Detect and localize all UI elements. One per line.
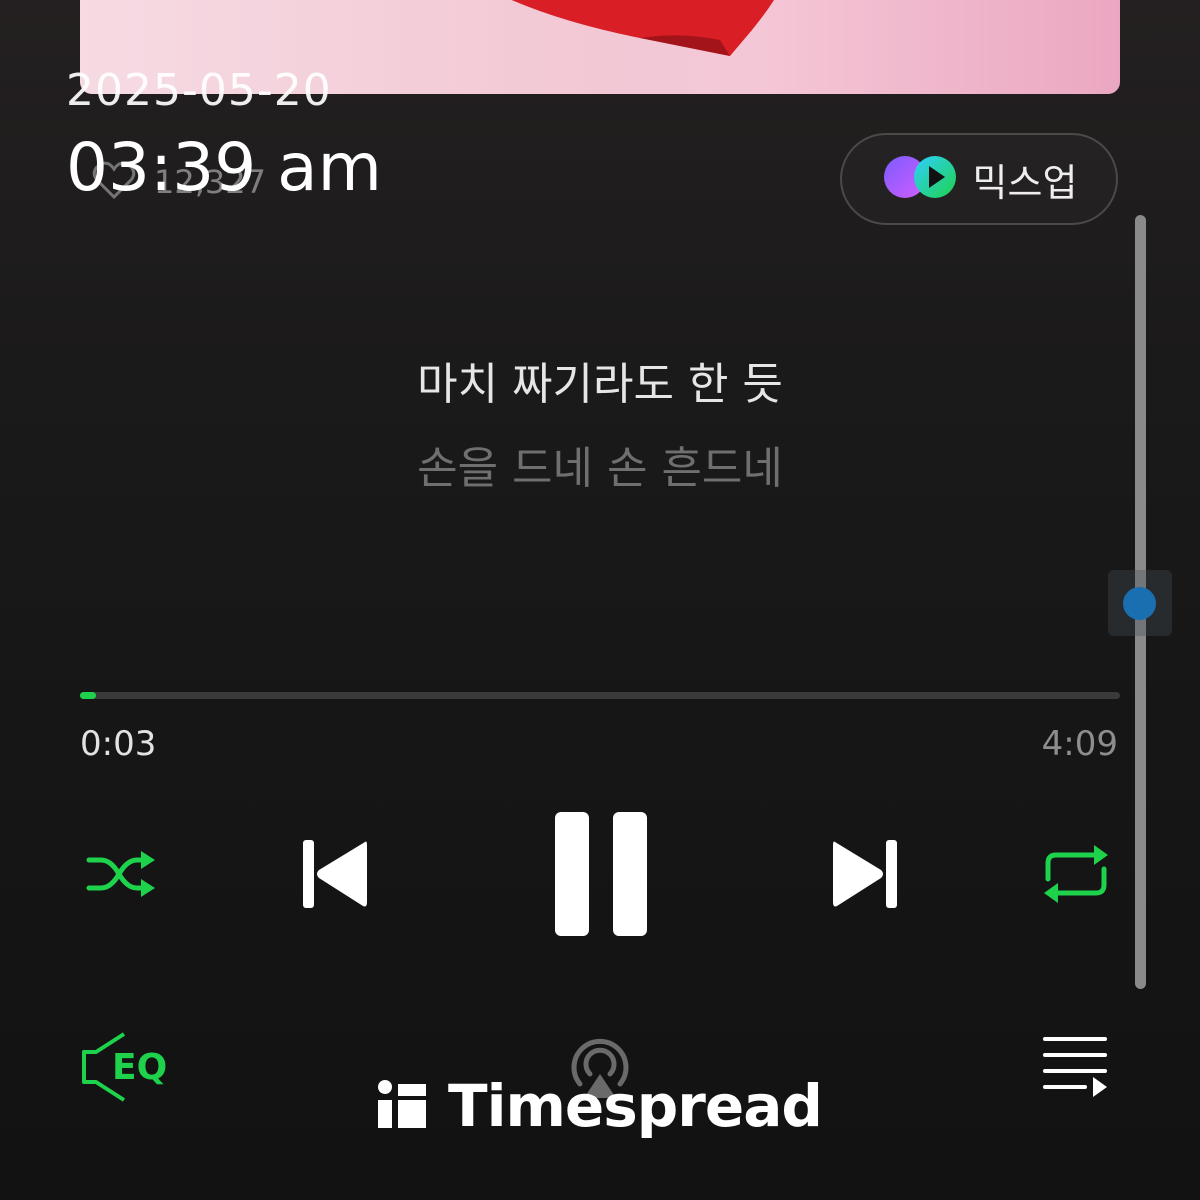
mixup-icon — [881, 153, 959, 205]
shuffle-button[interactable] — [80, 840, 160, 912]
progress-fill — [80, 692, 96, 699]
scrollbar-handle[interactable] — [1123, 587, 1156, 620]
pause-icon — [551, 808, 651, 944]
eq-icon: EQ — [78, 1030, 172, 1106]
watermark: Timespread — [376, 1072, 823, 1140]
repeat-icon — [1040, 841, 1112, 911]
next-button[interactable] — [828, 834, 904, 918]
elapsed-time: 0:03 — [80, 724, 157, 764]
skip-next-icon — [831, 834, 901, 918]
eq-label: EQ — [112, 1047, 168, 1088]
lyric-current-line[interactable]: 마치 짜기라도 한 듯 — [0, 348, 1200, 412]
queue-icon — [1041, 1033, 1111, 1103]
lyric-next-line[interactable]: 손을 드네 손 흔드네 — [0, 432, 1200, 496]
eq-button[interactable]: EQ — [78, 1030, 172, 1106]
overlay-date: 2025-05-20 — [66, 65, 332, 116]
queue-button[interactable] — [1040, 1034, 1112, 1102]
previous-button[interactable] — [296, 834, 372, 918]
pause-button[interactable] — [548, 808, 654, 944]
mixup-button[interactable]: 믹스업 — [840, 133, 1118, 225]
repeat-button[interactable] — [1036, 840, 1116, 912]
watermark-text: Timespread — [448, 1072, 823, 1140]
total-time: 4:09 — [1041, 724, 1118, 764]
overlay-time: 03:39 am — [66, 129, 382, 206]
progress-bar[interactable] — [80, 692, 1120, 699]
mixup-label: 믹스업 — [972, 160, 1078, 205]
shuffle-icon — [83, 844, 157, 908]
skip-previous-icon — [299, 834, 369, 918]
timespread-logo-icon — [376, 1078, 428, 1134]
